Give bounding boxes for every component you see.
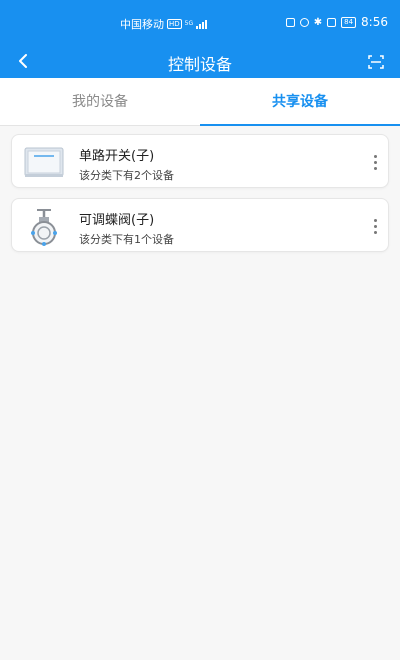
- clock: 8:56: [361, 15, 388, 29]
- carrier-info: 中国移动 HD 5G: [120, 16, 208, 32]
- title-bar: 控制设备: [0, 46, 400, 78]
- tab-bar: 我的设备 共享设备: [0, 78, 400, 126]
- page-title: 控制设备: [167, 55, 232, 74]
- device-count: 该分类下有2个设备: [79, 169, 174, 182]
- scan-button[interactable]: [366, 52, 386, 72]
- device-name: 可调蝶阀(子): [79, 213, 155, 228]
- more-options-button[interactable]: [368, 212, 382, 240]
- more-vertical-icon: [373, 218, 377, 234]
- nfc-icon: [285, 17, 295, 27]
- device-name: 单路开关(子): [79, 149, 155, 164]
- active-tab-indicator: [200, 124, 400, 126]
- device-card-valve[interactable]: 可调蝶阀(子) 该分类下有1个设备: [11, 198, 389, 252]
- bluetooth-icon: ✱: [313, 16, 323, 28]
- vibrate-icon: [327, 17, 337, 27]
- signal-icon: [196, 19, 208, 29]
- tab-my-devices[interactable]: 我的设备: [0, 78, 200, 126]
- network-type: 5G: [184, 20, 194, 27]
- butterfly-valve-icon: [24, 207, 64, 246]
- alarm-icon: [299, 17, 309, 27]
- device-card-switch[interactable]: 单路开关(子) 该分类下有2个设备: [11, 134, 389, 188]
- switch-panel-icon: [24, 143, 64, 181]
- battery-icon: 84: [341, 16, 357, 28]
- carrier-name: 中国移动: [120, 18, 164, 31]
- scan-icon: [368, 55, 384, 69]
- system-icons: ✱ 84 8:56: [285, 15, 388, 29]
- more-vertical-icon: [373, 154, 377, 170]
- device-count: 该分类下有1个设备: [79, 233, 174, 246]
- more-options-button[interactable]: [368, 148, 382, 176]
- hd-badge: HD: [167, 19, 182, 29]
- status-bar: 中国移动 HD 5G ✱ 84 8:56: [0, 0, 400, 46]
- tab-shared-devices[interactable]: 共享设备: [200, 78, 400, 126]
